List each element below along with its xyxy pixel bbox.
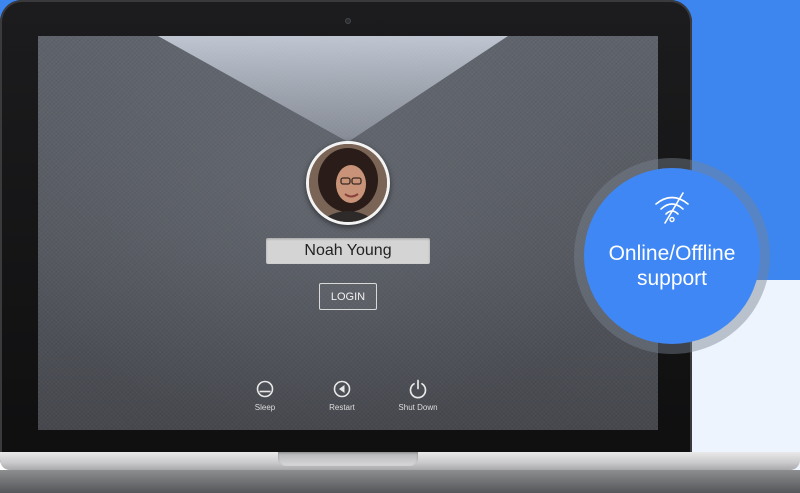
- sleep-label: Sleep: [254, 403, 276, 412]
- restart-icon: [333, 380, 351, 398]
- login-button[interactable]: LOGIN: [319, 283, 377, 310]
- sleep-button[interactable]: Sleep: [230, 379, 300, 412]
- restart-button[interactable]: Restart: [307, 379, 377, 412]
- wifi-off-icon: [655, 192, 689, 224]
- base-bottom: [0, 470, 800, 493]
- trackpad-notch: [278, 452, 418, 466]
- restart-label: Restart: [329, 403, 355, 412]
- spotlight-beam: [158, 36, 508, 142]
- user-photo-icon: [309, 144, 387, 222]
- feature-badge-line2: support: [636, 267, 708, 290]
- shutdown-button[interactable]: Shut Down: [383, 379, 453, 412]
- login-screen: Noah Young LOGIN Sleep Restart Shut Down: [38, 36, 658, 430]
- shutdown-label: Shut Down: [398, 403, 438, 412]
- laptop-base: [0, 452, 800, 493]
- power-icon: [409, 379, 427, 399]
- feature-badge-line1: Online/Offline: [608, 242, 736, 265]
- sleep-icon: [256, 380, 274, 398]
- feature-badge-text: Online/Offline support: [584, 241, 760, 291]
- avatar[interactable]: [306, 141, 390, 225]
- camera-icon: [345, 18, 351, 24]
- feature-badge: Online/Offline support: [584, 168, 760, 344]
- username-field[interactable]: Noah Young: [266, 238, 430, 264]
